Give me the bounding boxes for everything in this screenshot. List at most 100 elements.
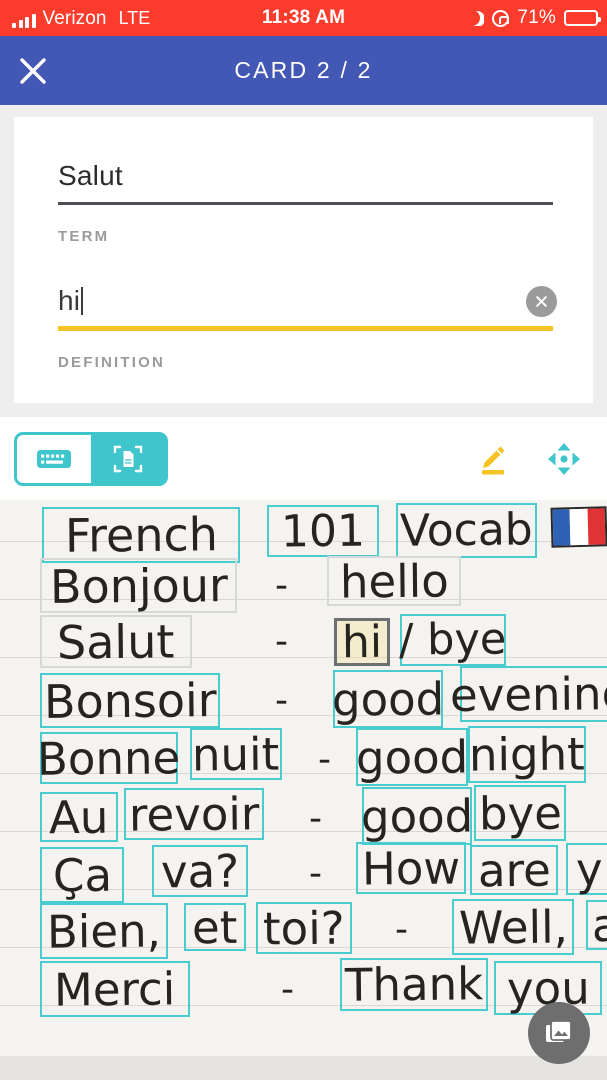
ocr-word-text: Vocab (399, 504, 534, 557)
ocr-word-text: Bonjour (49, 557, 228, 614)
ocr-word-text: / bye (399, 614, 507, 666)
ocr-word-text: hello (339, 553, 449, 609)
move-pan-button[interactable] (546, 441, 582, 477)
definition-label: DEFINITION (58, 354, 165, 371)
note-image-edge (0, 1056, 607, 1080)
ocr-word-box[interactable]: Bien, (40, 903, 168, 959)
field-spacer (58, 245, 553, 284)
ocr-word-text: Ça (52, 848, 112, 902)
ocr-word-text: - (274, 620, 288, 662)
ocr-word-text: bye (478, 786, 562, 840)
ocr-word-text: va? (160, 844, 240, 898)
note-dash: - (266, 562, 296, 608)
ocr-word-box[interactable]: night (468, 726, 586, 783)
ocr-word-text: et (192, 900, 238, 954)
ocr-word-text: Bien, (46, 903, 162, 959)
ocr-word-box[interactable]: evening (450, 666, 607, 722)
ocr-word-text: good (355, 729, 469, 785)
ocr-word-box[interactable]: Well, (452, 899, 574, 955)
ocr-word-box[interactable]: va? (152, 844, 248, 898)
keyboard-icon (37, 449, 71, 468)
page-title: CARD 2 / 2 (234, 57, 373, 83)
ocr-word-box[interactable]: good (332, 670, 444, 728)
scan-document-mode-segment[interactable] (91, 435, 165, 483)
navigation-bar: CARD 2 / 2 (0, 36, 607, 105)
note-dash: - (309, 738, 339, 780)
ocr-word-box[interactable]: 101 (267, 505, 379, 557)
ocr-word-box[interactable]: Bonne (37, 730, 181, 786)
battery-icon (564, 10, 601, 26)
note-dash: - (300, 797, 330, 839)
document-scan-icon (113, 445, 143, 472)
ocr-word-box[interactable]: a (586, 898, 607, 952)
ocr-word-box[interactable]: et (184, 900, 246, 954)
rotation-lock-icon (492, 9, 510, 27)
ocr-word-box[interactable]: French (42, 507, 240, 563)
ocr-word-box[interactable]: hello (327, 553, 461, 609)
status-bar: Verizon LTE 11:38 AM 71% (0, 0, 607, 36)
toolbar-actions (474, 441, 607, 477)
ocr-word-text: night (468, 727, 586, 782)
french-flag-icon (550, 506, 607, 548)
ocr-word-text: Au (49, 790, 109, 844)
ocr-word-box[interactable]: Merci (40, 961, 190, 1017)
ocr-word-text: evening (449, 666, 607, 722)
clear-definition-button[interactable] (526, 286, 557, 317)
ocr-word-box[interactable]: Bonjour (40, 558, 237, 613)
ocr-word-box[interactable]: nuit (190, 727, 282, 781)
ocr-word-box[interactable]: toi? (256, 901, 352, 955)
ocr-word-text: toi? (262, 901, 346, 955)
photo-library-button[interactable] (528, 1002, 590, 1064)
ocr-word-box[interactable]: good (361, 787, 473, 845)
pencil-highlighter-icon (482, 446, 505, 474)
ocr-word-box[interactable]: How (356, 841, 466, 895)
ocr-word-box[interactable]: are (470, 843, 558, 897)
definition-underline (58, 326, 553, 331)
ocr-word-text: Bonne (37, 730, 181, 786)
ocr-word-text: - (308, 852, 322, 894)
ocr-word-box[interactable]: Au (40, 790, 118, 844)
ocr-word-text: French (64, 507, 218, 563)
photo-library-icon (546, 1020, 572, 1042)
ocr-word-text: - (394, 908, 408, 950)
note-dash: - (266, 619, 296, 663)
ocr-word-text: - (280, 968, 294, 1010)
ocr-word-box[interactable]: bye (474, 785, 566, 841)
note-dash: - (300, 852, 330, 894)
ocr-word-text: a (591, 898, 607, 952)
ocr-word-box[interactable]: / bye (399, 614, 507, 666)
moon-dnd-icon (468, 10, 484, 26)
ocr-word-box[interactable]: Salut (40, 614, 192, 669)
ocr-word-text: Merci (54, 961, 176, 1017)
term-underline (58, 202, 553, 205)
input-mode-segmented-control (14, 431, 168, 486)
ocr-word-box[interactable]: Bonsoir (40, 673, 220, 728)
ocr-word-box[interactable]: hi (334, 616, 390, 668)
ocr-word-text: Thank (344, 957, 484, 1012)
ocr-word-box[interactable]: y (566, 842, 607, 896)
ocr-word-text: are (477, 843, 551, 897)
term-input[interactable]: Salut (58, 159, 553, 193)
ocr-word-box[interactable]: revoir (124, 786, 264, 842)
definition-field-group: hi DEFINITION (58, 284, 557, 371)
ocr-word-box[interactable]: Thank (340, 957, 488, 1012)
note-dash: - (272, 968, 302, 1010)
flashcard-editor: Salut TERM hi DEFINITION (14, 117, 593, 403)
term-field-group: Salut TERM (58, 159, 553, 245)
ocr-word-text: Bonsoir (43, 672, 217, 729)
ocr-word-box[interactable]: Vocab (396, 503, 537, 558)
scanned-note-image[interactable]: French 101 Vocab Bonjour - hello Salut - hi / bye… (0, 500, 607, 1080)
ocr-word-box[interactable]: good (356, 728, 468, 786)
definition-input[interactable]: hi (58, 284, 553, 318)
clock-label: 11:38 AM (261, 7, 346, 28)
keyboard-mode-segment[interactable] (17, 434, 91, 483)
note-dash: - (266, 678, 296, 722)
ocr-word-text: revoir (128, 786, 260, 842)
card-form-container: Salut TERM hi DEFINITION (0, 105, 607, 417)
move-arrows-icon (548, 442, 580, 475)
ocr-word-text: hi (341, 616, 383, 668)
note-dash: - (386, 908, 416, 950)
highlight-edit-button[interactable] (474, 441, 510, 477)
ocr-word-box[interactable]: Ça (40, 847, 124, 903)
ocr-word-text: - (274, 564, 288, 606)
